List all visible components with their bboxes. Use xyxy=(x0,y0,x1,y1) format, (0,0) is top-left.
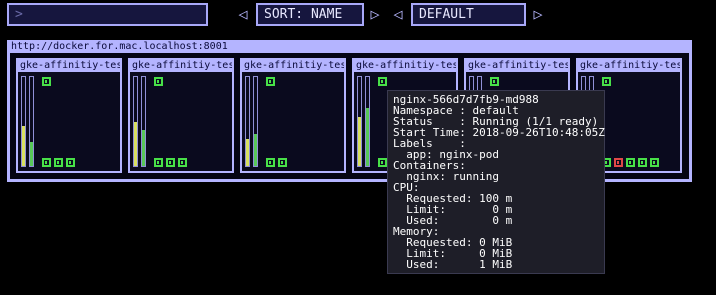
mem-usage-bar-fill xyxy=(22,125,25,166)
pod-icon[interactable] xyxy=(650,158,659,167)
pod-icon[interactable] xyxy=(42,158,51,167)
toolbar: > ◁ SORT: NAME ▷ ◁ DEFAULT ▷ xyxy=(0,0,716,30)
cpu-usage-bar-fill xyxy=(366,108,369,166)
pod-icon[interactable] xyxy=(42,77,51,86)
node-name: gke-affinitiy-test xyxy=(132,60,232,71)
node-body xyxy=(242,72,344,171)
pod-tooltip: nginx-566d7d7fb9-md988 Namespace : defaul… xyxy=(387,90,605,274)
node-body xyxy=(130,72,232,171)
pod-usage-fill xyxy=(181,161,183,164)
pod-icon[interactable] xyxy=(490,77,499,86)
cpu-usage-bar xyxy=(253,76,258,167)
sort-next-arrow-icon[interactable]: ▷ xyxy=(368,4,382,24)
pod-icon[interactable] xyxy=(378,77,387,86)
mem-usage-bar-fill xyxy=(246,139,249,166)
pod-icon[interactable] xyxy=(266,158,275,167)
pod-icon[interactable] xyxy=(154,77,163,86)
cpu-usage-bar-fill xyxy=(30,141,33,166)
pod-icon[interactable] xyxy=(166,158,175,167)
pod-icon[interactable] xyxy=(66,158,75,167)
pod-icon[interactable] xyxy=(614,158,623,167)
pod-usage-fill xyxy=(269,161,271,164)
pod-usage-fill xyxy=(157,80,159,83)
pod-usage-fill xyxy=(641,161,643,164)
tooltip-line: nginx: running xyxy=(393,170,499,183)
pod-usage-fill xyxy=(493,80,495,83)
mem-usage-bar xyxy=(21,76,26,167)
pod-usage-fill xyxy=(281,161,283,164)
pod-usage-fill xyxy=(169,161,171,164)
pod-usage-fill xyxy=(45,80,47,83)
pod-icon[interactable] xyxy=(378,158,387,167)
pod-icon[interactable] xyxy=(626,158,635,167)
pod-usage-fill xyxy=(605,161,607,164)
pod-usage-fill xyxy=(157,161,159,164)
pod-usage-fill xyxy=(69,161,71,164)
filter-input[interactable]: > xyxy=(7,3,208,26)
pod-usage-fill xyxy=(381,161,383,164)
pod-usage-fill xyxy=(57,161,59,164)
pod-icon[interactable] xyxy=(266,77,275,86)
mem-usage-bar xyxy=(133,76,138,167)
node-card[interactable]: gke-affinitiy-test xyxy=(128,58,234,173)
pod-usage-fill xyxy=(629,161,631,164)
mem-usage-bar-fill xyxy=(134,121,137,166)
cpu-usage-bar xyxy=(365,76,370,167)
node-body xyxy=(18,72,120,171)
view-next-arrow-icon[interactable]: ▷ xyxy=(531,4,545,24)
pod-usage-fill xyxy=(269,80,271,83)
sort-select[interactable]: SORT: NAME xyxy=(256,3,364,26)
pod-usage-fill xyxy=(381,80,383,83)
mem-usage-bar-fill xyxy=(358,117,361,166)
pod-usage-fill xyxy=(45,161,47,164)
pod-icon[interactable] xyxy=(178,158,187,167)
cpu-usage-bar-fill xyxy=(142,130,145,166)
pod-icon[interactable] xyxy=(54,158,63,167)
node-name: gke-affinitiy-test xyxy=(244,60,344,71)
sort-prev-arrow-icon[interactable]: ◁ xyxy=(236,4,250,24)
view-select[interactable]: DEFAULT xyxy=(411,3,526,26)
view-prev-arrow-icon[interactable]: ◁ xyxy=(391,4,405,24)
tooltip-line: Used: 1 MiB xyxy=(393,258,513,271)
node-card[interactable]: gke-affinitiy-test xyxy=(240,58,346,173)
pod-icon[interactable] xyxy=(154,158,163,167)
mem-usage-bar xyxy=(245,76,250,167)
node-name: gke-affinitiy-test xyxy=(580,60,680,71)
cluster-url: http://docker.for.mac.localhost:8001 xyxy=(11,41,228,52)
pod-usage-fill xyxy=(605,80,607,83)
pod-usage-fill xyxy=(653,161,655,164)
node-name: gke-affinitiy-test xyxy=(468,60,568,71)
node-card[interactable]: gke-affinitiy-test xyxy=(16,58,122,173)
cpu-usage-bar xyxy=(29,76,34,167)
pod-icon[interactable] xyxy=(602,77,611,86)
cpu-usage-bar xyxy=(141,76,146,167)
mem-usage-bar xyxy=(357,76,362,167)
node-name: gke-affinitiy-test xyxy=(356,60,456,71)
node-name: gke-affinitiy-test xyxy=(20,60,120,71)
pod-icon[interactable] xyxy=(638,158,647,167)
cpu-usage-bar-fill xyxy=(254,133,257,166)
pod-icon[interactable] xyxy=(278,158,287,167)
pod-usage-fill xyxy=(617,161,619,164)
